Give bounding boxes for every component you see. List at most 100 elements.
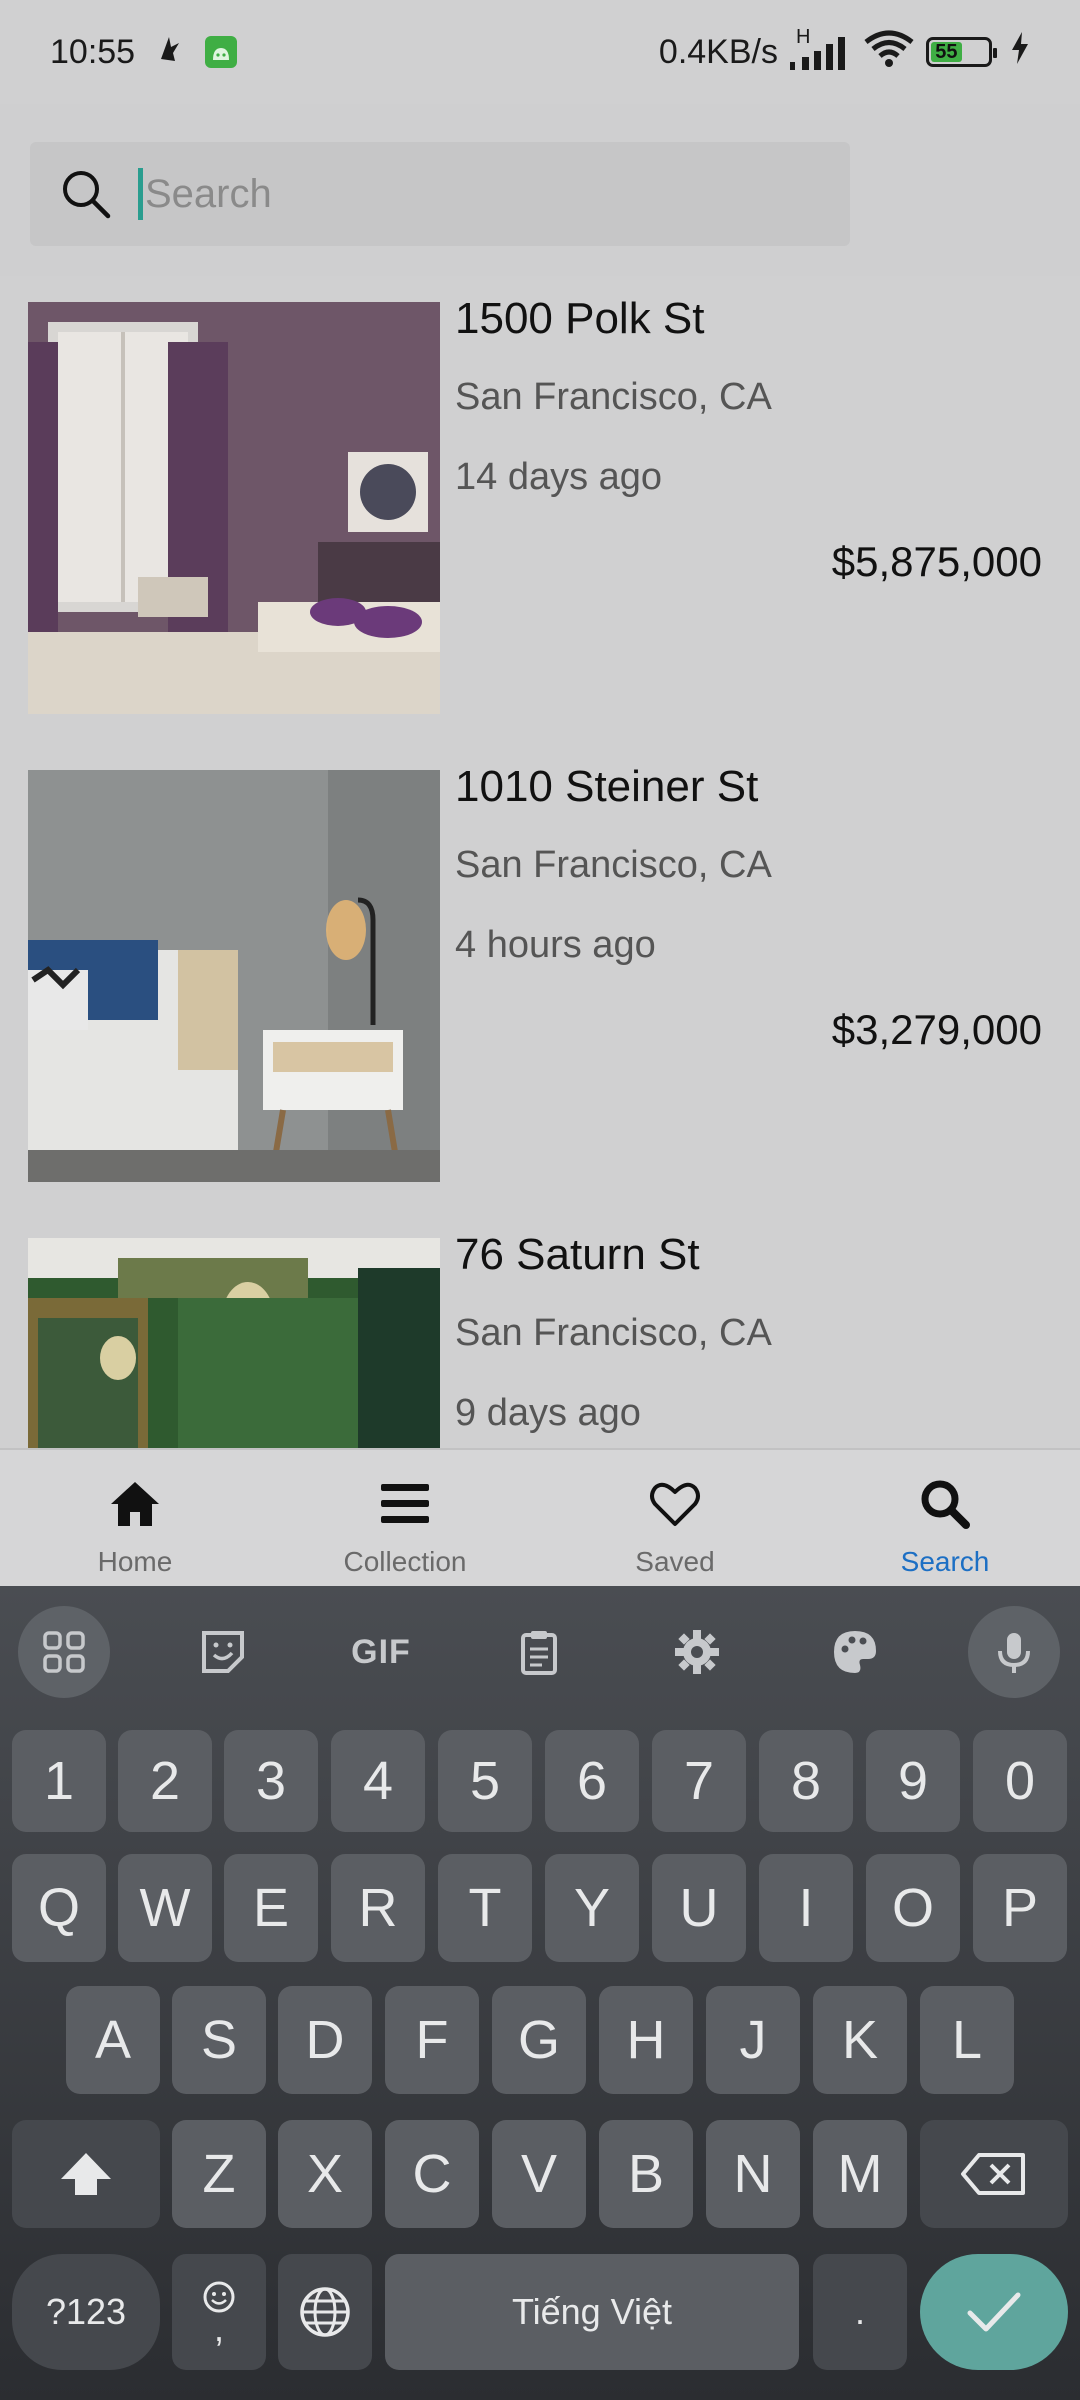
palette-icon[interactable] xyxy=(809,1606,901,1698)
battery-fill: 55 xyxy=(931,41,962,63)
text-cursor xyxy=(138,168,143,220)
settings-icon[interactable] xyxy=(651,1606,743,1698)
key-8[interactable]: 8 xyxy=(759,1730,853,1832)
key-z[interactable]: Z xyxy=(172,2120,266,2228)
sticker-icon[interactable] xyxy=(177,1606,269,1698)
key-m[interactable]: M xyxy=(813,2120,907,2228)
listing-item[interactable]: 76 Saturn St San Francisco, CA 9 days ag… xyxy=(0,1212,1080,1448)
key-6[interactable]: 6 xyxy=(545,1730,639,1832)
gif-button[interactable]: GIF xyxy=(335,1606,427,1698)
key-u[interactable]: U xyxy=(652,1854,746,1962)
key-y[interactable]: Y xyxy=(545,1854,639,1962)
key-n[interactable]: N xyxy=(706,2120,800,2228)
bottom-navigation: Home Collection Saved Search xyxy=(0,1448,1080,1586)
listing-address: 1500 Polk St xyxy=(455,294,705,343)
key-s[interactable]: S xyxy=(172,1986,266,2094)
key-x[interactable]: X xyxy=(278,2120,372,2228)
listing-item[interactable]: 1010 Steiner St San Francisco, CA 4 hour… xyxy=(0,744,1080,1182)
nav-collection[interactable]: Collection xyxy=(270,1450,540,1586)
key-f[interactable]: F xyxy=(385,1986,479,2094)
menu-icon xyxy=(381,1484,429,1523)
key-d[interactable]: D xyxy=(278,1986,372,2094)
listing-posted-time: 14 days ago xyxy=(455,456,663,498)
key-p[interactable]: P xyxy=(973,1854,1067,1962)
apps-grid-icon[interactable] xyxy=(18,1606,110,1698)
listing-city: San Francisco, CA xyxy=(455,376,772,418)
search-icon xyxy=(921,1480,970,1529)
listing-posted-time: 4 hours ago xyxy=(455,924,656,966)
key-9[interactable]: 9 xyxy=(866,1730,960,1832)
comma-label: , xyxy=(213,2308,224,2349)
nav-label: Saved xyxy=(635,1546,715,1577)
key-k[interactable]: K xyxy=(813,1986,907,2094)
key-3[interactable]: 3 xyxy=(224,1730,318,1832)
key-g[interactable]: G xyxy=(492,1986,586,2094)
nav-home[interactable]: Home xyxy=(0,1450,270,1586)
key-7[interactable]: 7 xyxy=(652,1730,746,1832)
nav-search[interactable]: Search xyxy=(810,1450,1080,1586)
key-t[interactable]: T xyxy=(438,1854,532,1962)
key-q[interactable]: Q xyxy=(12,1854,106,1962)
keyboard-toolbar: GIF xyxy=(0,1586,1080,1708)
comma-key[interactable]: , xyxy=(172,2254,266,2370)
status-left: 10:55 xyxy=(50,32,238,72)
microphone-icon[interactable] xyxy=(968,1606,1060,1698)
period-key[interactable]: . xyxy=(813,2254,907,2370)
android-app-icon xyxy=(205,36,238,68)
symbols-label: ?123 xyxy=(45,2291,127,2332)
battery-icon: 55 xyxy=(926,37,997,67)
key-l[interactable]: L xyxy=(920,1986,1014,2094)
search-input[interactable] xyxy=(145,171,745,217)
key-r[interactable]: R xyxy=(331,1854,425,1962)
nav-label: Collection xyxy=(343,1546,467,1577)
enter-key[interactable] xyxy=(920,2254,1068,2370)
key-e[interactable]: E xyxy=(224,1854,318,1962)
language-key[interactable] xyxy=(278,2254,372,2370)
key-4[interactable]: 4 xyxy=(331,1730,425,1832)
listing-city: San Francisco, CA xyxy=(455,844,772,886)
space-key[interactable]: Tiếng Việt xyxy=(385,2254,799,2370)
listing-photo[interactable] xyxy=(28,1238,440,1448)
heart-icon xyxy=(650,1482,700,1526)
key-a[interactable]: A xyxy=(66,1986,160,2094)
key-v[interactable]: V xyxy=(492,2120,586,2228)
bird-icon xyxy=(157,33,183,72)
nav-saved[interactable]: Saved xyxy=(540,1450,810,1586)
listing-photo[interactable] xyxy=(28,770,440,1182)
key-c[interactable]: C xyxy=(385,2120,479,2228)
listing-item[interactable]: 1500 Polk St San Francisco, CA 14 days a… xyxy=(0,276,1080,714)
key-o[interactable]: O xyxy=(866,1854,960,1962)
onscreen-keyboard: GIF 1 2 3 4 5 6 7 8 9 0 Q W E R T Y U I … xyxy=(0,1586,1080,2400)
key-1[interactable]: 1 xyxy=(12,1730,106,1832)
listing-posted-time: 9 days ago xyxy=(455,1392,641,1434)
symbols-key[interactable]: ?123 xyxy=(12,2254,160,2370)
listing-list[interactable]: 1500 Polk St San Francisco, CA 14 days a… xyxy=(0,276,1080,1448)
key-j[interactable]: J xyxy=(706,1986,800,2094)
status-bar: 10:55 0.4KB/s H 55 xyxy=(0,0,1080,104)
globe-icon xyxy=(300,2287,350,2337)
key-w[interactable]: W xyxy=(118,1854,212,1962)
key-0[interactable]: 0 xyxy=(973,1730,1067,1832)
search-box[interactable] xyxy=(30,142,850,246)
listing-price: $5,875,000 xyxy=(831,538,1042,585)
key-i[interactable]: I xyxy=(759,1854,853,1962)
space-label: Tiếng Việt xyxy=(511,2291,673,2332)
search-area xyxy=(0,104,1080,276)
key-b[interactable]: B xyxy=(599,2120,693,2228)
key-5[interactable]: 5 xyxy=(438,1730,532,1832)
listing-photo[interactable] xyxy=(28,302,440,714)
key-2[interactable]: 2 xyxy=(118,1730,212,1832)
backspace-key[interactable] xyxy=(920,2120,1068,2228)
status-time: 10:55 xyxy=(50,32,136,71)
shift-key[interactable] xyxy=(12,2120,160,2228)
checkmark-icon xyxy=(967,2292,1021,2332)
listing-price: $3,279,000 xyxy=(831,1006,1042,1053)
nav-label: Search xyxy=(900,1546,990,1577)
network-speed: 0.4KB/s xyxy=(658,32,778,71)
search-icon xyxy=(63,171,111,219)
shift-icon xyxy=(61,2153,111,2195)
clipboard-icon[interactable] xyxy=(493,1606,585,1698)
key-h[interactable]: H xyxy=(599,1986,693,2094)
signal-icon: H xyxy=(788,26,852,72)
status-right: 0.4KB/s H 55 xyxy=(658,26,1030,77)
